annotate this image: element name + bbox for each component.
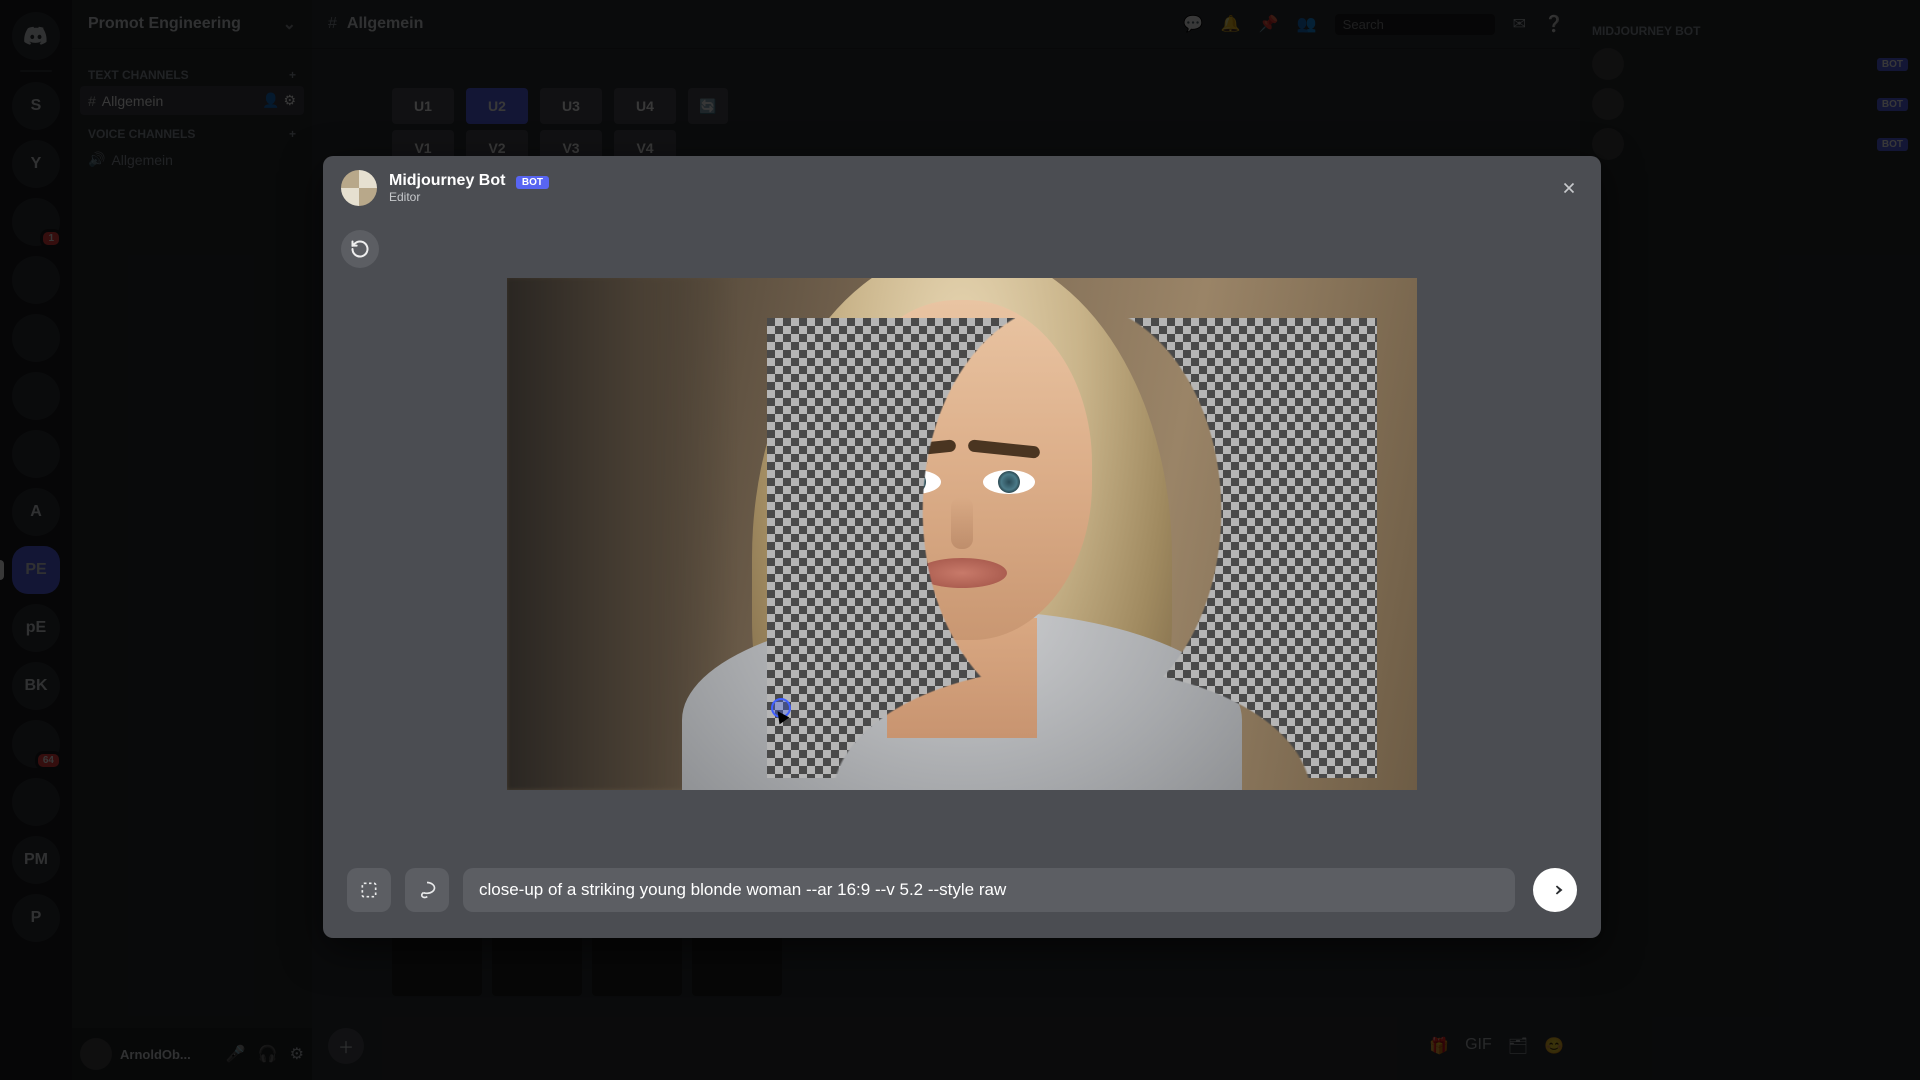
- guild-item[interactable]: PM: [12, 836, 60, 884]
- close-button[interactable]: [1555, 174, 1583, 202]
- emoji-icon[interactable]: 😊: [1544, 1036, 1564, 1056]
- avatar: [1592, 48, 1624, 80]
- notifications-icon[interactable]: 🔔: [1221, 14, 1241, 34]
- hash-icon: #: [88, 93, 96, 109]
- bot-avatar: [341, 170, 377, 206]
- pinned-icon[interactable]: 📌: [1259, 14, 1279, 34]
- rectangle-select-tool[interactable]: [347, 868, 391, 912]
- channel-title: Allgemein: [347, 15, 423, 33]
- guild-item[interactable]: [12, 778, 60, 826]
- member-item[interactable]: BOT: [1592, 84, 1908, 124]
- guild-item[interactable]: 64: [12, 720, 60, 768]
- thumbnail[interactable]: [692, 932, 782, 996]
- upscale-row-1: U1 U2 U3 U4 🔄: [392, 88, 728, 124]
- avatar[interactable]: [80, 1038, 112, 1070]
- guild-rail: S Y 1 A PE pE BK 64 PM P: [0, 0, 72, 1080]
- image-preview[interactable]: [507, 278, 1417, 790]
- guild-separator: [20, 70, 52, 72]
- dm-home-button[interactable]: [12, 12, 60, 60]
- avatar: [1592, 88, 1624, 120]
- modal-footer: close-up of a striking young blonde woma…: [323, 848, 1601, 938]
- channel-category[interactable]: VOICE CHANNELS+: [80, 115, 304, 145]
- thumbnail[interactable]: [492, 932, 582, 996]
- member-list: MIDJOURNEY BOT BOT BOT BOT: [1580, 0, 1920, 1080]
- channel-voice[interactable]: 🔊 Allgemein: [80, 145, 304, 174]
- u1-button[interactable]: U1: [392, 88, 454, 124]
- undo-button[interactable]: [341, 230, 379, 268]
- arrow-right-icon: [1545, 880, 1565, 900]
- prompt-input[interactable]: close-up of a striking young blonde woma…: [463, 868, 1515, 912]
- threads-icon[interactable]: 💬: [1183, 14, 1203, 34]
- undo-icon: [350, 239, 370, 259]
- server-name: Promot Engineering: [88, 15, 241, 33]
- editor-modal: Midjourney Bot BOT Editor: [323, 156, 1601, 938]
- reroll-button[interactable]: 🔄: [688, 88, 728, 124]
- guild-item[interactable]: pE: [12, 604, 60, 652]
- guild-item-selected[interactable]: PE: [12, 546, 60, 594]
- u3-button[interactable]: U3: [540, 88, 602, 124]
- guild-item[interactable]: [12, 314, 60, 362]
- speaker-icon: 🔊: [88, 151, 105, 168]
- settings-icon[interactable]: ⚙: [290, 1044, 304, 1064]
- chevron-down-icon: ⌄: [283, 14, 296, 34]
- submit-button[interactable]: [1533, 868, 1577, 912]
- help-icon[interactable]: ❔: [1544, 14, 1564, 34]
- discord-logo-icon: [23, 26, 49, 46]
- thumbnail-strip: [392, 932, 782, 996]
- selection-mask: [767, 318, 1377, 778]
- close-icon: [1560, 179, 1578, 197]
- members-icon[interactable]: 👥: [1297, 14, 1317, 34]
- mute-icon[interactable]: 🎤: [226, 1044, 246, 1064]
- guild-item[interactable]: A: [12, 488, 60, 536]
- guild-item[interactable]: [12, 430, 60, 478]
- attach-button[interactable]: ＋: [328, 1028, 364, 1064]
- bot-tag: BOT: [516, 176, 549, 189]
- channel-category[interactable]: TEXT CHANNELS+: [80, 56, 304, 86]
- server-header[interactable]: Promot Engineering ⌄: [72, 0, 312, 48]
- member-category: MIDJOURNEY BOT: [1592, 24, 1908, 38]
- inbox-icon[interactable]: ✉: [1513, 14, 1526, 34]
- guild-item[interactable]: [12, 372, 60, 420]
- chat-header: # Allgemein 💬 🔔 📌 👥 Search ✉ ❔: [312, 0, 1580, 48]
- guild-item[interactable]: Y: [12, 140, 60, 188]
- lasso-icon: [417, 880, 437, 900]
- channel-sidebar: Promot Engineering ⌄ TEXT CHANNELS+ # Al…: [72, 0, 312, 1080]
- prompt-text: close-up of a striking young blonde woma…: [479, 880, 1006, 900]
- bot-name: Midjourney Bot: [389, 172, 505, 189]
- deafen-icon[interactable]: 🎧: [258, 1044, 278, 1064]
- gif-icon[interactable]: GIF: [1465, 1036, 1492, 1056]
- thumbnail[interactable]: [592, 932, 682, 996]
- lasso-select-tool[interactable]: [405, 868, 449, 912]
- message-input-bar: ＋ 🎁 GIF 🗂 😊: [312, 1012, 1580, 1080]
- sticker-icon[interactable]: 🗂: [1508, 1036, 1528, 1056]
- channel-allgemein[interactable]: # Allgemein 👤 ⚙: [80, 86, 304, 115]
- avatar: [1592, 128, 1624, 160]
- thumbnail[interactable]: [392, 932, 482, 996]
- editor-canvas[interactable]: [323, 220, 1601, 848]
- member-item[interactable]: BOT: [1592, 124, 1908, 164]
- u4-button[interactable]: U4: [614, 88, 676, 124]
- u2-button[interactable]: U2: [466, 88, 528, 124]
- modal-subtitle: Editor: [389, 190, 549, 204]
- guild-item[interactable]: [12, 256, 60, 304]
- guild-item[interactable]: 1: [12, 198, 60, 246]
- user-panel: ArnoldOb... 🎤 🎧 ⚙: [72, 1028, 312, 1080]
- rectangle-select-icon: [359, 880, 379, 900]
- guild-item[interactable]: BK: [12, 662, 60, 710]
- gift-icon[interactable]: 🎁: [1429, 1036, 1449, 1056]
- guild-item[interactable]: P: [12, 894, 60, 942]
- hash-icon: #: [328, 15, 337, 33]
- guild-item[interactable]: S: [12, 82, 60, 130]
- modal-header: Midjourney Bot BOT Editor: [323, 156, 1601, 220]
- member-item[interactable]: BOT: [1592, 44, 1908, 84]
- search-input[interactable]: Search: [1335, 14, 1495, 35]
- username: ArnoldOb...: [120, 1047, 191, 1062]
